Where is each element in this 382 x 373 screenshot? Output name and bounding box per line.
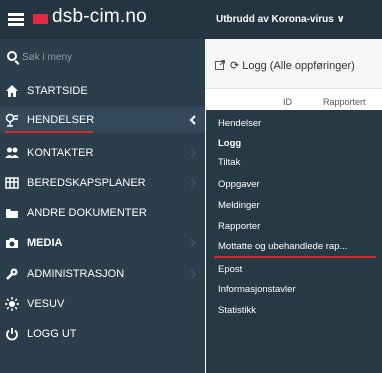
hendelser-icon [5,113,19,127]
sidebar-item-hendelser[interactable]: HENDELSER [0,107,205,133]
menu-search-input[interactable] [22,49,192,65]
sidebar-item-administrasjon[interactable]: ADMINISTRASJON [0,261,205,287]
sidebar-item-startside[interactable]: STARTSIDE [0,78,205,104]
chevron-right-icon [189,148,197,158]
highlight-underline [214,256,376,258]
submenu-item-label: Meldinger [218,200,260,211]
submenu-item-label: Statistikk [218,305,257,316]
logo-flag-icon [33,14,48,24]
top-bar: Utbrudd av Korona-virus ∨ [205,0,382,39]
sidebar-item-label: ANDRE DOKUMENTER [27,207,147,219]
folder-icon [5,206,19,220]
submenu-item-label: Oppgaver [218,179,260,190]
submenu-item-epost[interactable]: Epost [206,260,382,280]
chevron-right-icon [189,269,197,279]
wrench-icon [5,267,19,281]
sidebar-item-label: MEDIA [27,237,63,249]
contacts-icon [5,146,19,160]
submenu-item-meldinger[interactable]: Meldinger [206,196,382,216]
submenu-item-oppgaver[interactable]: Oppgaver [206,175,382,195]
sidebar-item-label: LOGG UT [27,328,77,340]
plans-icon [5,176,19,190]
search-icon [7,51,17,61]
sidebar-item-andre-dokumenter[interactable]: ANDRE DOKUMENTER [0,200,205,226]
sidebar-item-logg-ut[interactable]: LOGG UT [0,321,205,347]
refresh-icon[interactable]: ⟳ [230,60,242,72]
hendelser-submenu: Hendelser Logg Tiltak Oppgaver Meldinger… [206,110,382,373]
submenu-item-logg[interactable]: Logg [206,134,382,154]
content-header: ⟳ Logg (Alle oppføringer) [205,39,382,89]
home-icon [5,84,19,98]
sidebar-item-vesuv[interactable]: VESUV [0,291,205,317]
page-title-text: Logg (Alle oppføringer) [242,60,355,72]
brand-bar: dsb-cim.no [0,0,205,39]
sidebar-item-label: KONTAKTER [27,147,94,159]
column-header-rapportert[interactable]: Rapportert [323,97,366,107]
column-header-id[interactable]: ID [283,97,292,107]
sidebar-item-label: ADMINISTRASJON [27,268,125,280]
sidebar-item-label: BEREDSKAPSPLANER [27,177,146,189]
submenu-item-label: Rapporter [218,221,261,232]
submenu-item-rapporter[interactable]: Rapporter [206,217,382,237]
sidebar: dsb-cim.no STARTSIDE HENDELSER KONTAKTER [0,0,205,373]
sidebar-item-label: VESUV [27,298,65,310]
submenu-item-hendelser[interactable]: Hendelser [206,114,382,134]
sidebar-item-media[interactable]: MEDIA [0,230,205,256]
power-icon [5,327,19,341]
sidebar-item-label: STARTSIDE [27,85,88,97]
submenu-item-tiltak[interactable]: Tiltak [206,153,382,173]
chevron-left-icon [189,115,197,125]
submenu-item-label: Epost [218,264,243,275]
hamburger-menu-icon[interactable] [8,13,24,26]
submenu-item-label: Hendelser [218,118,262,129]
incident-selector[interactable]: Utbrudd av Korona-virus ∨ [216,14,345,25]
submenu-item-label: Mottatte og ubehandlede rap... [218,241,348,252]
sidebar-item-beredskapsplaner[interactable]: BEREDSKAPSPLANER [0,170,205,196]
chevron-right-icon [189,238,197,248]
chevron-right-icon [189,178,197,188]
sidebar-item-kontakter[interactable]: KONTAKTER [0,140,205,166]
external-link-icon[interactable] [215,60,225,70]
camera-icon [5,236,19,250]
menu-search [0,47,205,69]
sidebar-item-label: HENDELSER [27,114,95,126]
submenu-item-statistikk[interactable]: Statistikk [206,301,382,321]
submenu-item-label: Logg [218,138,242,149]
highlight-underline [5,131,93,133]
page-title: ⟳ Logg (Alle oppføringer) [230,59,355,72]
brand-name[interactable]: dsb-cim.no [52,6,147,28]
submenu-item-mottatte[interactable]: Mottatte og ubehandlede rap... [206,237,382,257]
sun-icon [5,297,19,311]
submenu-item-informasjonstavler[interactable]: Informasjonstavler [206,280,382,300]
submenu-item-label: Informasjonstavler [218,284,296,295]
submenu-item-label: Tiltak [218,157,241,168]
